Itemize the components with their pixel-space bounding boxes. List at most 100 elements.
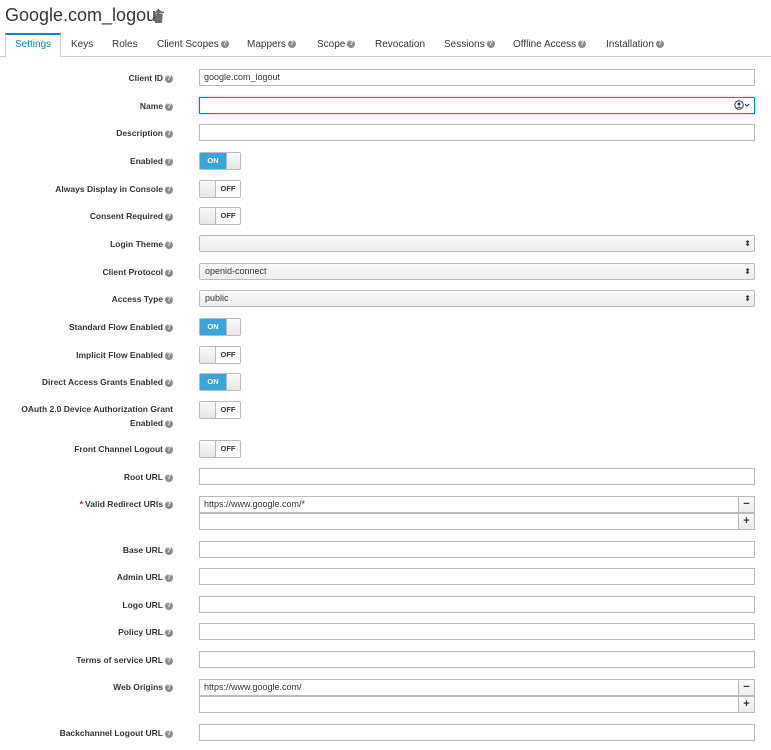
help-icon: ? bbox=[287, 40, 296, 49]
label-text: Client Protocol bbox=[102, 267, 163, 277]
tos-url-label: Terms of service URL? bbox=[76, 655, 173, 665]
tab-label: Keys bbox=[71, 39, 94, 50]
select-value: public bbox=[205, 293, 229, 303]
front-channel-toggle[interactable]: OFF bbox=[199, 440, 241, 458]
help-icon: ? bbox=[165, 378, 173, 387]
policy-url-input[interactable] bbox=[199, 623, 755, 640]
front-channel-label: Front Channel Logout? bbox=[74, 444, 173, 454]
toggle-state: ON bbox=[200, 153, 226, 169]
label-text: Admin URL bbox=[116, 572, 163, 582]
help-icon: ? bbox=[165, 212, 173, 221]
tab-label: Scope bbox=[317, 39, 346, 50]
tab-label: Offline Access bbox=[513, 39, 577, 50]
logo-url-input[interactable] bbox=[199, 596, 755, 613]
help-icon: ? bbox=[165, 157, 173, 166]
tab-settings[interactable]: Settings bbox=[5, 33, 62, 58]
help-icon: ? bbox=[165, 729, 173, 738]
toggle-knob bbox=[200, 208, 216, 224]
help-icon: ? bbox=[165, 74, 173, 83]
toggle-state: OFF bbox=[220, 184, 236, 193]
enabled-toggle[interactable]: ON bbox=[199, 152, 241, 170]
device-grant-toggle[interactable]: OFF bbox=[199, 401, 241, 419]
user-circle-icon bbox=[734, 100, 750, 110]
help-icon: ? bbox=[165, 268, 173, 277]
label-text: Standard Flow Enabled bbox=[69, 322, 163, 332]
label-text: Policy URL bbox=[118, 627, 163, 637]
tab-label: Settings bbox=[15, 39, 52, 50]
help-icon: ? bbox=[165, 129, 173, 138]
label-text: Enabled bbox=[129, 418, 163, 428]
label-text: Consent Required bbox=[89, 211, 163, 221]
tab-label: Sessions bbox=[444, 39, 485, 50]
add-redirect-button[interactable]: + bbox=[738, 513, 755, 530]
toggle-state: OFF bbox=[220, 444, 236, 453]
admin-url-input[interactable] bbox=[199, 568, 755, 585]
help-icon: ? bbox=[165, 573, 173, 582]
tab-installation[interactable]: Installation? bbox=[597, 33, 673, 57]
tab-offline-access[interactable]: Offline Access? bbox=[504, 33, 595, 57]
help-icon: ? bbox=[165, 323, 173, 332]
label-text: Direct Access Grants Enabled bbox=[41, 377, 163, 387]
valid-redirect-new-input[interactable] bbox=[199, 513, 739, 530]
label-text: Valid Redirect URIs bbox=[85, 499, 163, 509]
trash-icon[interactable] bbox=[153, 10, 164, 23]
label-text: Logo URL bbox=[122, 600, 163, 610]
client-protocol-select[interactable]: openid-connect ⬍ bbox=[199, 263, 755, 280]
login-theme-label: Login Theme? bbox=[110, 239, 173, 249]
select-arrows-icon: ⬍ bbox=[744, 267, 751, 276]
backchannel-logout-input[interactable] bbox=[199, 724, 755, 741]
backchannel-logout-label: Backchannel Logout URL? bbox=[60, 728, 173, 738]
implicit-flow-toggle[interactable]: OFF bbox=[199, 346, 241, 364]
tab-scope[interactable]: Scope? bbox=[308, 33, 364, 57]
help-icon: ? bbox=[347, 40, 356, 49]
help-icon: ? bbox=[165, 295, 173, 304]
access-type-select[interactable]: public ⬍ bbox=[199, 290, 755, 307]
help-icon: ? bbox=[165, 601, 173, 610]
login-theme-select[interactable]: ⬍ bbox=[199, 235, 755, 252]
direct-access-toggle[interactable]: ON bbox=[199, 373, 241, 391]
root-url-label: Root URL? bbox=[124, 472, 173, 482]
toggle-state: OFF bbox=[220, 405, 236, 414]
valid-redirect-input[interactable]: https://www.google.com/* bbox=[199, 496, 739, 513]
client-id-input[interactable]: google.com_logout bbox=[199, 69, 755, 86]
base-url-input[interactable] bbox=[199, 541, 755, 558]
tab-client-scopes[interactable]: Client Scopes? bbox=[148, 33, 238, 57]
help-icon: ? bbox=[220, 40, 229, 49]
toggle-knob bbox=[200, 347, 216, 363]
root-url-input[interactable] bbox=[199, 468, 755, 485]
name-label: Name? bbox=[140, 101, 173, 111]
help-icon: ? bbox=[578, 40, 587, 49]
tos-url-input[interactable] bbox=[199, 651, 755, 668]
help-icon: ? bbox=[655, 40, 664, 49]
tab-label: Client Scopes bbox=[157, 39, 219, 50]
tab-mappers[interactable]: Mappers? bbox=[238, 33, 305, 57]
remove-redirect-button[interactable]: − bbox=[738, 496, 755, 513]
admin-url-label: Admin URL? bbox=[117, 572, 173, 582]
tab-keys[interactable]: Keys bbox=[62, 33, 102, 57]
label-text: Client ID bbox=[128, 73, 163, 83]
tab-label: Revocation bbox=[375, 39, 426, 50]
add-origin-button[interactable]: + bbox=[738, 696, 755, 713]
help-icon: ? bbox=[165, 683, 173, 692]
description-input[interactable] bbox=[199, 124, 755, 141]
tab-revocation[interactable]: Revocation bbox=[366, 33, 434, 57]
label-text: Backchannel Logout URL bbox=[59, 728, 163, 738]
tab-sessions[interactable]: Sessions? bbox=[435, 33, 504, 57]
always-display-toggle[interactable]: OFF bbox=[199, 180, 241, 198]
help-icon: ? bbox=[165, 546, 173, 555]
standard-flow-toggle[interactable]: ON bbox=[199, 318, 241, 336]
consent-required-toggle[interactable]: OFF bbox=[199, 207, 241, 225]
tab-roles[interactable]: Roles bbox=[103, 33, 147, 57]
web-origins-input[interactable]: https://www.google.com/ bbox=[199, 679, 739, 696]
remove-origin-button[interactable]: − bbox=[738, 679, 755, 696]
page-header: Google.com_logout bbox=[0, 0, 771, 33]
label-text: Root URL bbox=[123, 472, 163, 482]
user-dropdown-icon[interactable] bbox=[734, 100, 750, 113]
web-origins-new-input[interactable] bbox=[199, 696, 739, 713]
enabled-label: Enabled? bbox=[130, 156, 173, 166]
toggle-state: OFF bbox=[220, 350, 236, 359]
label-text: Front Channel Logout bbox=[74, 444, 163, 454]
help-icon: ? bbox=[165, 419, 173, 428]
toggle-knob bbox=[200, 441, 216, 457]
name-input[interactable] bbox=[199, 97, 755, 114]
